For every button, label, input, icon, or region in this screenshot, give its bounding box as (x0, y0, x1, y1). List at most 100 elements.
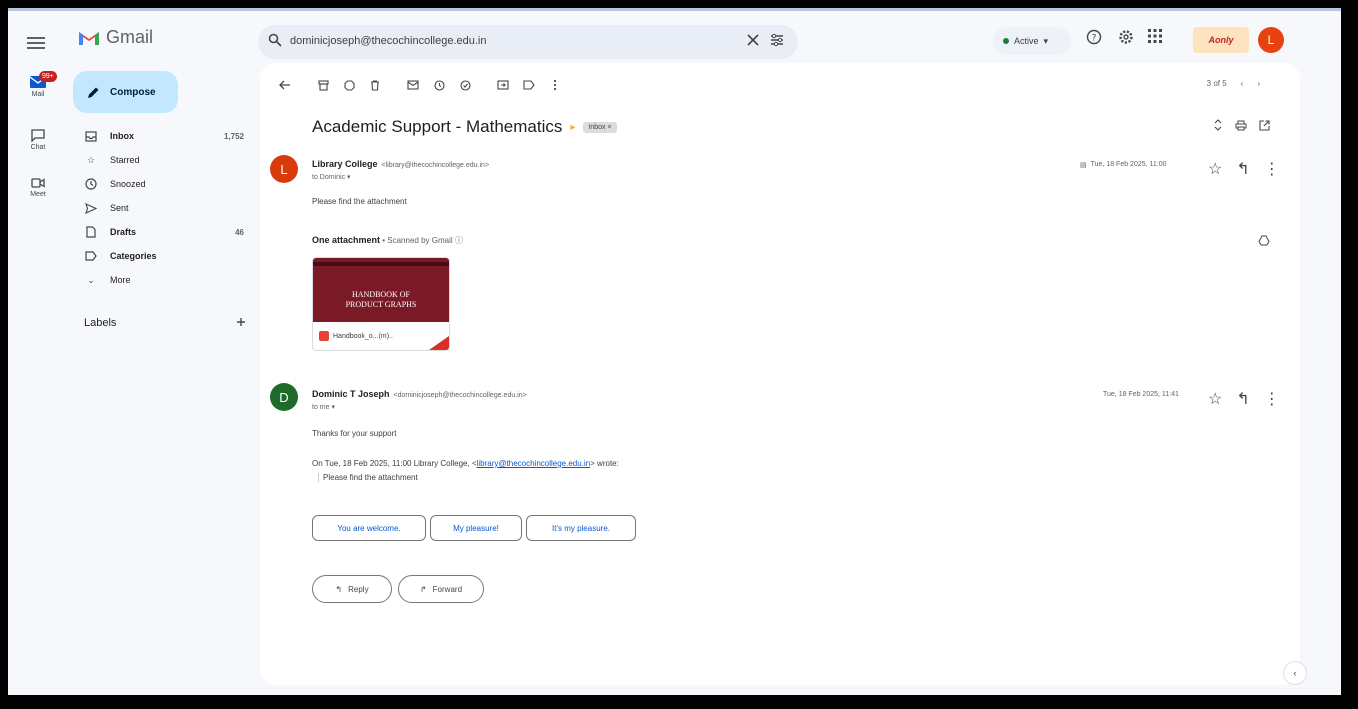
quote-prefix: On Tue, 18 Feb 2025, 11:00 Library Colle… (312, 459, 477, 468)
quote-email-link[interactable]: library@thecochincollege.edu.in (477, 459, 591, 468)
important-marker-icon[interactable]: ▸ (570, 122, 575, 133)
subject-row: Academic Support - Mathematics ▸ Inbox × (312, 117, 617, 137)
star-icon[interactable]: ☆ (1208, 389, 1222, 409)
sender-avatar[interactable]: L (270, 155, 298, 183)
account-avatar[interactable]: L (1258, 27, 1284, 53)
subject-actions (1213, 119, 1270, 131)
rail-meet[interactable]: Meet (18, 177, 58, 198)
mark-unread-icon[interactable] (400, 75, 426, 95)
add-label-icon[interactable] (236, 317, 246, 327)
recipient-details[interactable]: to Dominic ▾ (312, 173, 351, 181)
more-vertical-icon[interactable] (542, 75, 568, 95)
main-menu-icon[interactable] (24, 31, 48, 55)
status-dot (1003, 38, 1009, 44)
open-new-window-icon[interactable] (1259, 119, 1270, 131)
email-subject: Academic Support - Mathematics (312, 117, 563, 136)
attachments-heading: One attachment • Scanned by Gmail ⓘ (312, 235, 463, 246)
add-to-drive-icon[interactable] (1258, 235, 1270, 246)
sender-avatar[interactable]: D (270, 383, 298, 411)
inbox-label-chip[interactable]: Inbox × (583, 121, 617, 133)
side-panel-toggle-icon[interactable]: ‹ (1283, 661, 1307, 685)
more-vertical-icon[interactable]: ⋮ (1264, 159, 1280, 179)
rail-mail[interactable]: 99+ Mail (18, 71, 58, 98)
gmail-window: Gmail dominicjoseph@thecochincollege.edu… (8, 8, 1341, 695)
google-apps-icon[interactable] (1148, 29, 1162, 43)
quoted-body: Please find the attachment (318, 473, 418, 482)
reply-button[interactable]: ↰ Reply (312, 575, 392, 603)
sender-email: <library@thecochincollege.edu.in> (381, 162, 490, 169)
settings-gear-icon[interactable] (1118, 29, 1134, 45)
report-spam-icon[interactable] (336, 75, 362, 95)
send-icon (84, 202, 98, 214)
attachment-clip-icon: ▤ (1080, 162, 1087, 169)
rail-chat[interactable]: Chat (18, 129, 58, 151)
sidebar-item-label: Inbox (110, 131, 134, 141)
sender-name[interactable]: Library College <library@thecochincollege… (312, 159, 489, 169)
compose-label: Compose (110, 86, 156, 98)
smart-reply-1[interactable]: You are welcome. (312, 515, 426, 541)
sidebar-item-categories[interactable]: Categories (70, 245, 252, 267)
inbox-icon (84, 130, 98, 142)
unread-badge: 99+ (39, 71, 57, 82)
thumbnail-title-line1: HANDBOOK OF (351, 290, 410, 299)
pager-text: 3 of 5 (1206, 79, 1227, 88)
message-actions: ☆ ↰ ⋮ (1208, 389, 1280, 409)
archive-icon[interactable] (310, 75, 336, 95)
search-icon[interactable] (268, 33, 282, 47)
message-body: Please find the attachment (312, 197, 407, 206)
smart-reply-2[interactable]: My pleasure! (430, 515, 522, 541)
expand-all-icon[interactable] (1213, 119, 1223, 131)
more-vertical-icon[interactable]: ⋮ (1264, 389, 1280, 409)
reply-label: Reply (348, 584, 369, 594)
pencil-icon (87, 86, 100, 99)
svg-text:?: ? (1092, 34, 1097, 44)
add-task-icon[interactable] (452, 75, 478, 95)
label-icon[interactable] (516, 75, 542, 95)
reply-arrow-icon[interactable]: ↰ (1236, 389, 1249, 409)
snooze-clock-icon[interactable] (426, 75, 452, 95)
attachment-corner-fold (429, 336, 449, 350)
pdf-file-icon (319, 331, 329, 341)
label-tag-icon (84, 251, 98, 261)
attachments-count-label: One attachment (312, 235, 381, 245)
back-arrow-icon[interactable] (272, 75, 298, 95)
sidebar-item-snoozed[interactable]: Snoozed (70, 173, 252, 195)
newer-chevron-icon[interactable]: ‹ (1241, 79, 1244, 88)
move-to-icon[interactable] (490, 75, 516, 95)
gmail-logo[interactable]: Gmail (78, 27, 153, 48)
sidebar-item-inbox[interactable]: Inbox 1,752 (70, 125, 252, 147)
clock-icon (84, 178, 98, 190)
print-icon[interactable] (1235, 119, 1247, 131)
chevron-down-icon: ⌄ (87, 274, 95, 285)
search-options-icon[interactable] (770, 33, 784, 47)
older-chevron-icon[interactable]: › (1257, 79, 1260, 88)
sender-name[interactable]: Dominic T Joseph <dominicjoseph@thecochin… (312, 389, 527, 399)
sidebar-item-drafts[interactable]: Drafts 46 (70, 221, 252, 243)
sidebar-item-label: Snoozed (110, 179, 146, 189)
draft-file-icon (84, 226, 98, 238)
message-actions: ☆ ↰ ⋮ (1208, 159, 1280, 179)
forward-button[interactable]: ↱ Forward (398, 575, 484, 603)
help-icon[interactable]: ? (1086, 29, 1102, 45)
attachment-card[interactable]: HANDBOOK OF PRODUCT GRAPHS Handbook_o...… (312, 257, 450, 351)
organization-logo[interactable]: Aonly (1193, 27, 1249, 53)
sidebar-item-starred[interactable]: ☆ Starred (70, 149, 252, 171)
scanned-note: • Scanned by Gmail ⓘ (380, 236, 463, 245)
status-selector[interactable]: Active ▾ (993, 27, 1071, 55)
clear-search-icon[interactable] (746, 33, 760, 47)
delete-icon[interactable] (362, 75, 388, 95)
sidebar-item-sent[interactable]: Sent (70, 197, 252, 219)
status-label: Active (1014, 36, 1039, 46)
sidebar-item-more[interactable]: ⌄ More (70, 269, 252, 291)
star-icon[interactable]: ☆ (1208, 159, 1222, 179)
search-bar[interactable]: dominicjoseph@thecochincollege.edu.in (258, 25, 798, 59)
smart-reply-3[interactable]: It's my pleasure. (526, 515, 636, 541)
recipient-details[interactable]: to me ▾ (312, 403, 335, 411)
inbox-count: 1,752 (223, 131, 244, 141)
reply-arrow-icon[interactable]: ↰ (1236, 159, 1249, 179)
sender-email: <dominicjoseph@thecochincollege.edu.in> (393, 392, 527, 399)
search-input[interactable]: dominicjoseph@thecochincollege.edu.in (290, 35, 486, 47)
forward-label: Forward (432, 584, 463, 594)
compose-button[interactable]: Compose (73, 71, 178, 113)
drafts-count: 46 (235, 227, 244, 237)
